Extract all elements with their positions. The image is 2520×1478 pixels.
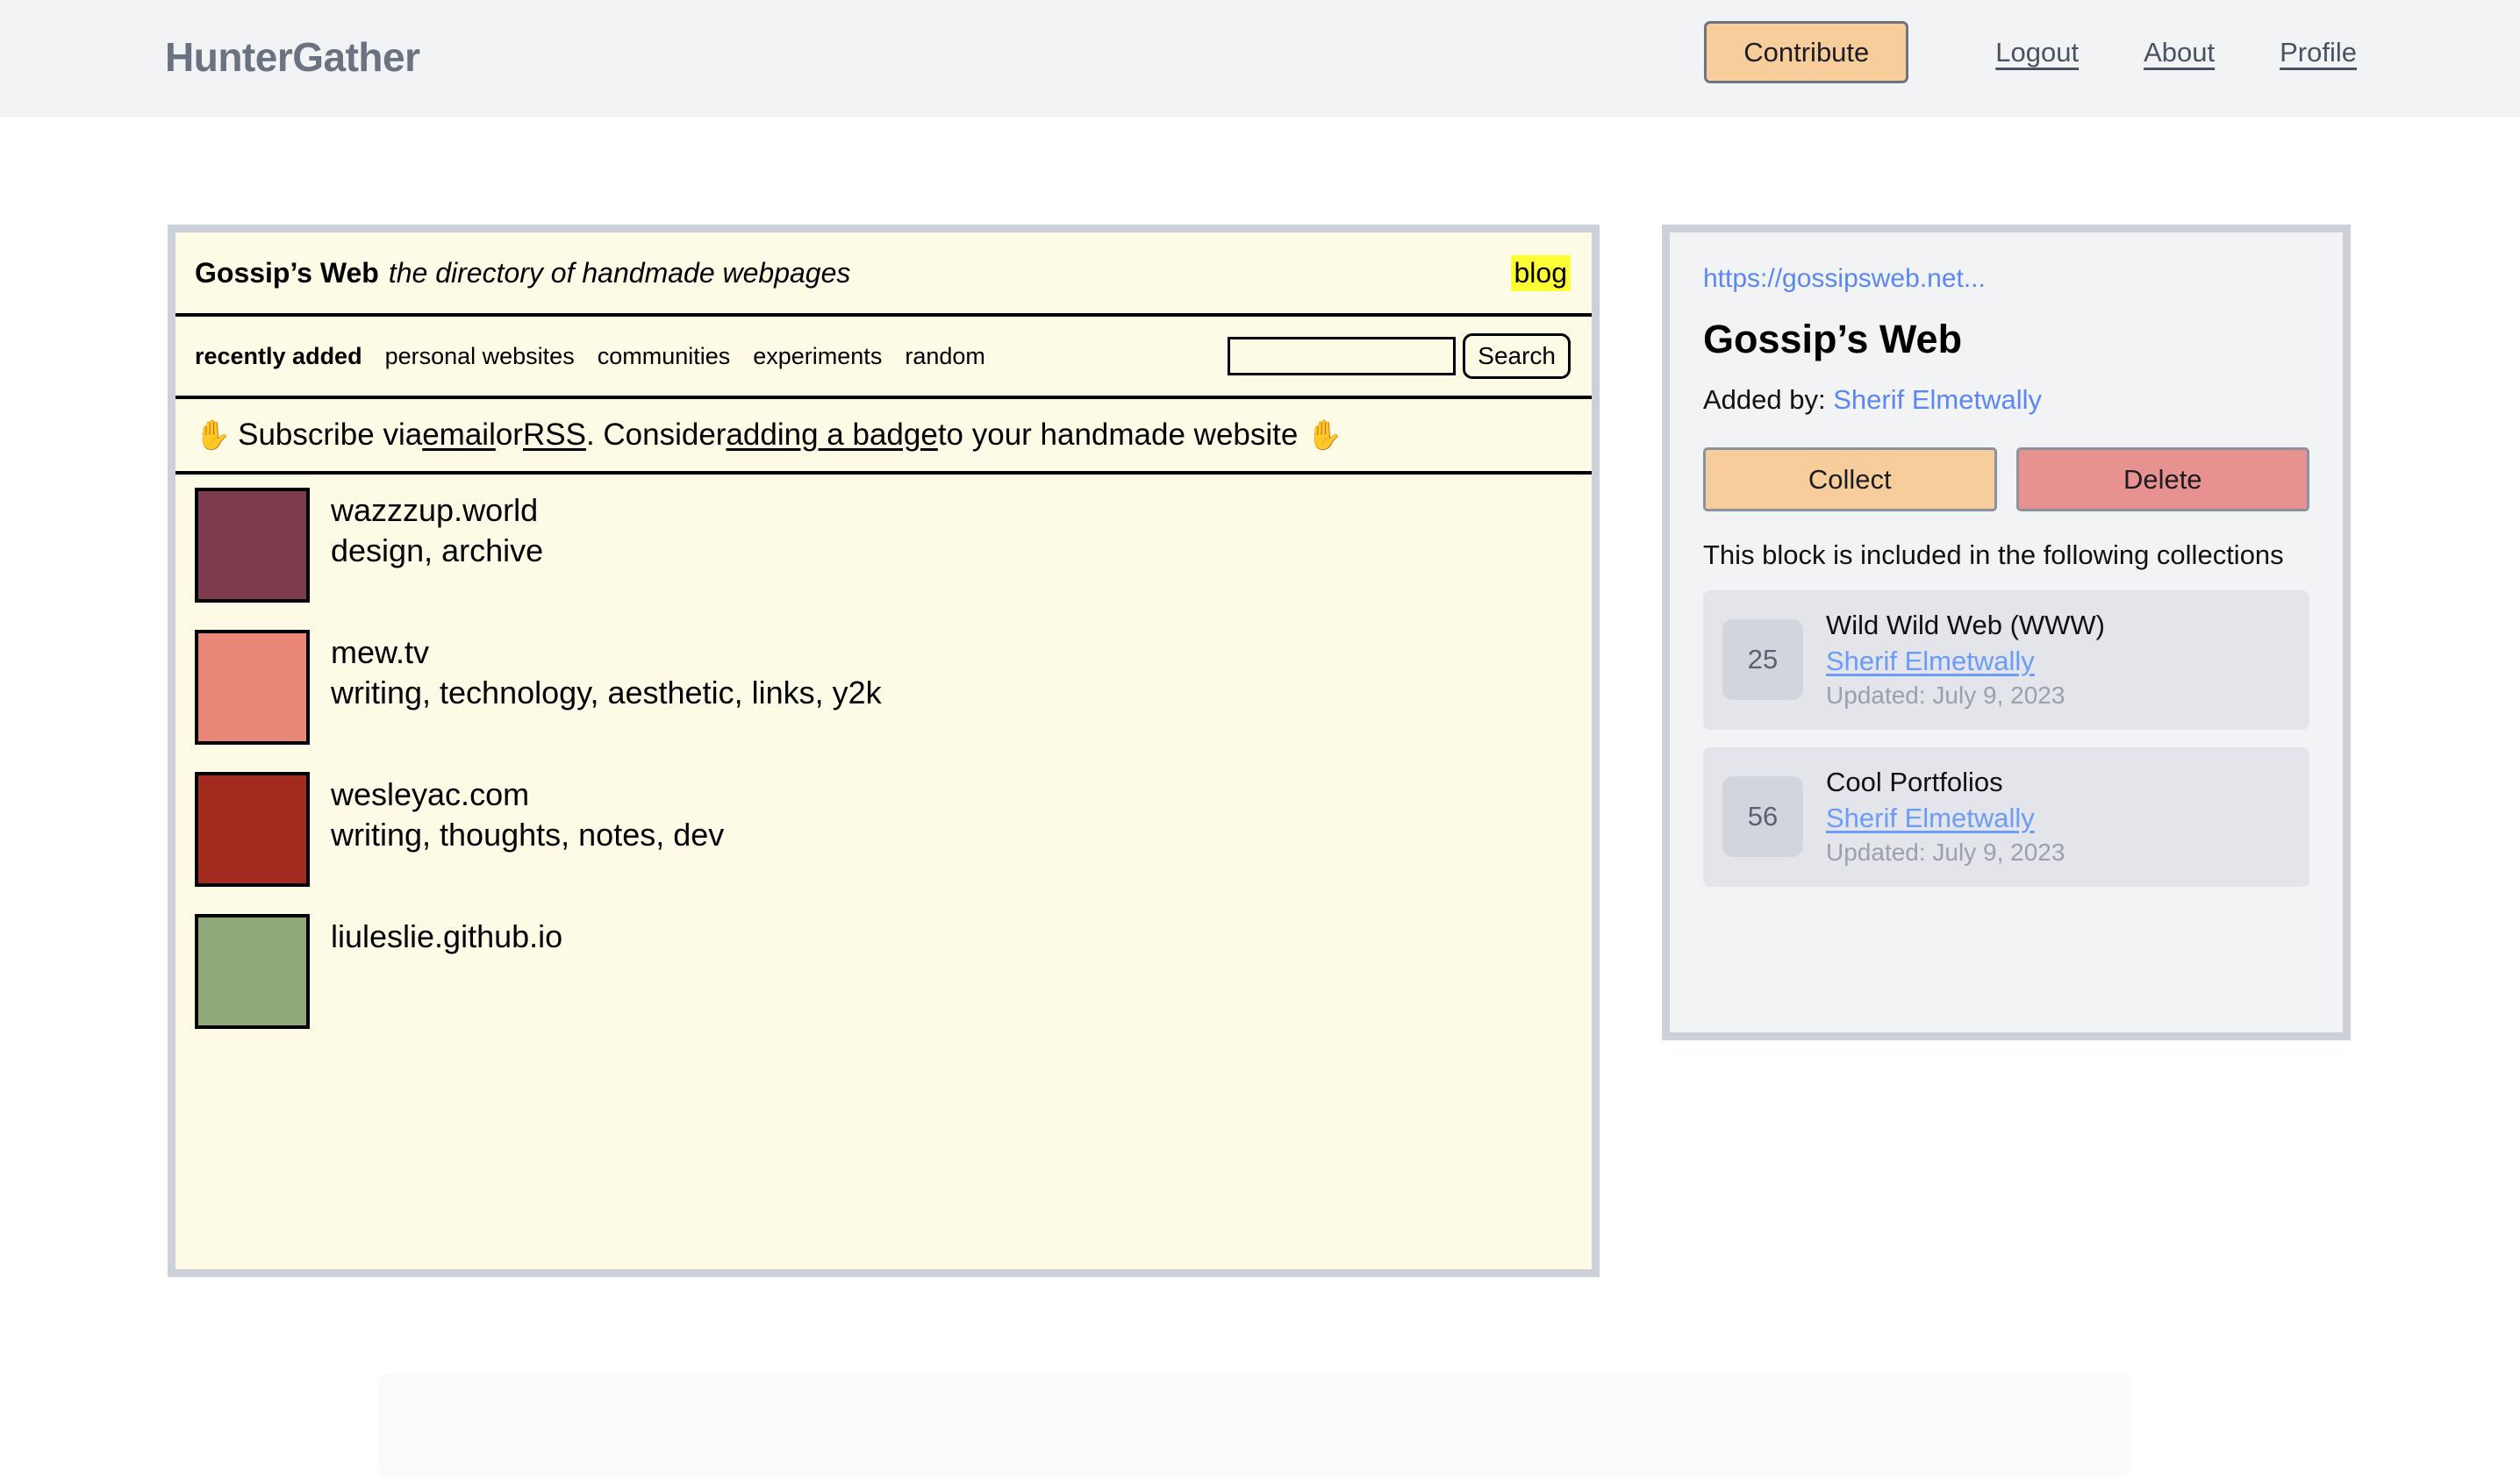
nav-item-recently-added[interactable]: recently added bbox=[195, 343, 362, 370]
site-thumbnail bbox=[195, 772, 310, 887]
list-item-text: wazzzup.world design, archive bbox=[331, 488, 543, 571]
site-listing-list: wazzzup.world design, archive mew.tv wri… bbox=[175, 475, 1592, 1043]
site-tags: writing, thoughts, notes, dev bbox=[331, 817, 725, 853]
list-item[interactable]: mew.tv writing, technology, aesthetic, l… bbox=[175, 617, 1592, 759]
block-detail-panel: https://gossipsweb.net... Gossip’s Web A… bbox=[1662, 225, 2351, 1040]
blog-link[interactable]: blog bbox=[1510, 254, 1571, 291]
block-url-link[interactable]: https://gossipsweb.net... bbox=[1703, 264, 2309, 294]
site-name[interactable]: mew.tv bbox=[331, 632, 882, 673]
gossipsweb-header: Gossip’s Web the directory of handmade w… bbox=[175, 232, 1592, 317]
site-tags: writing, technology, aesthetic, links, y… bbox=[331, 675, 882, 711]
site-name[interactable]: wesleyac.com bbox=[331, 775, 724, 815]
collections-heading: This block is included in the following … bbox=[1703, 539, 2284, 570]
gossipsweb-tagline: the directory of handmade webpages bbox=[388, 256, 851, 289]
page-bottom-shadow bbox=[377, 1373, 2132, 1478]
collection-title: Cool Portfolios bbox=[1826, 766, 2003, 797]
app-nav: Contribute Logout About Profile bbox=[1704, 21, 2357, 83]
contribute-button[interactable]: Contribute bbox=[1704, 21, 1909, 83]
collection-card[interactable]: 25 Wild Wild Web (WWW) Sherif Elmetwally… bbox=[1703, 590, 2309, 730]
gossipsweb-nav-links: recently added personal websites communi… bbox=[195, 343, 1008, 370]
collection-updated: Updated: July 9, 2023 bbox=[1826, 681, 2065, 709]
collection-updated: Updated: July 9, 2023 bbox=[1826, 838, 2065, 866]
collection-info: Cool Portfolios Sherif Elmetwally Update… bbox=[1826, 765, 2065, 869]
site-name[interactable]: liuleslie.github.io bbox=[331, 917, 562, 957]
site-thumbnail bbox=[195, 914, 310, 1029]
list-item[interactable]: wesleyac.com writing, thoughts, notes, d… bbox=[175, 759, 1592, 901]
delete-button[interactable]: Delete bbox=[2015, 447, 2309, 511]
app-logo[interactable]: HunterGather bbox=[165, 33, 420, 81]
rss-link[interactable]: RSS bbox=[523, 418, 586, 453]
subscribe-text-4: to your handmade website bbox=[937, 418, 1299, 452]
added-by-label: Added by: bbox=[1703, 384, 1826, 415]
nav-item-communities[interactable]: communities bbox=[598, 343, 731, 370]
collection-count-badge: 56 bbox=[1722, 776, 1803, 858]
collection-info: Wild Wild Web (WWW) Sherif Elmetwally Up… bbox=[1826, 608, 2105, 712]
raised-hand-right-icon: ✋ bbox=[1307, 418, 1343, 451]
nav-link-about[interactable]: About bbox=[2144, 37, 2215, 68]
site-thumbnail bbox=[195, 630, 310, 745]
collection-author-link[interactable]: Sherif Elmetwally bbox=[1826, 801, 2065, 837]
list-item[interactable]: wazzzup.world design, archive bbox=[175, 475, 1592, 617]
nav-link-logout[interactable]: Logout bbox=[1995, 37, 2079, 68]
gossipsweb-branding: Gossip’s Web the directory of handmade w… bbox=[195, 257, 850, 289]
site-thumbnail bbox=[195, 488, 310, 603]
list-item-text: wesleyac.com writing, thoughts, notes, d… bbox=[331, 772, 724, 855]
adding-a-badge-link[interactable]: adding a badge bbox=[726, 418, 937, 453]
email-link[interactable]: email bbox=[422, 418, 496, 453]
raised-hand-left-icon: ✋ bbox=[195, 418, 232, 451]
subscribe-banner: ✋ Subscribe via email or RSS . Consider … bbox=[175, 399, 1592, 475]
collect-button[interactable]: Collect bbox=[1703, 447, 1997, 511]
collection-title: Wild Wild Web (WWW) bbox=[1826, 610, 2105, 640]
embedded-site-preview[interactable]: Gossip’s Web the directory of handmade w… bbox=[168, 225, 1600, 1277]
gossipsweb-title: Gossip’s Web bbox=[195, 256, 379, 289]
added-by-author-link[interactable]: Sherif Elmetwally bbox=[1833, 384, 2042, 415]
embedded-site-content: Gossip’s Web the directory of handmade w… bbox=[175, 232, 1592, 1269]
gossipsweb-search: Search bbox=[1228, 333, 1571, 379]
nav-item-personal-websites[interactable]: personal websites bbox=[385, 343, 575, 370]
top-app-bar: HunterGather Contribute Logout About Pro… bbox=[0, 0, 2520, 117]
block-actions: Collect Delete bbox=[1703, 447, 2309, 511]
search-button[interactable]: Search bbox=[1463, 333, 1571, 379]
nav-link-profile[interactable]: Profile bbox=[2280, 37, 2357, 68]
block-detail-content: https://gossipsweb.net... Gossip’s Web A… bbox=[1670, 232, 2343, 1032]
gossipsweb-nav: recently added personal websites communi… bbox=[175, 317, 1592, 399]
site-name[interactable]: wazzzup.world bbox=[331, 490, 543, 531]
block-added-by: Added by: Sherif Elmetwally bbox=[1703, 384, 2309, 416]
collection-card[interactable]: 56 Cool Portfolios Sherif Elmetwally Upd… bbox=[1703, 746, 2309, 887]
list-item-text: liuleslie.github.io bbox=[331, 914, 562, 957]
search-input[interactable] bbox=[1228, 337, 1457, 375]
subscribe-text-1: Subscribe via bbox=[238, 418, 423, 452]
nav-item-experiments[interactable]: experiments bbox=[753, 343, 882, 370]
collection-count-badge: 25 bbox=[1722, 619, 1803, 701]
subscribe-text-2: or bbox=[495, 418, 523, 452]
block-title: Gossip’s Web bbox=[1703, 317, 1963, 361]
collection-author-link[interactable]: Sherif Elmetwally bbox=[1826, 644, 2105, 680]
list-item[interactable]: liuleslie.github.io bbox=[175, 901, 1592, 1043]
list-item-text: mew.tv writing, technology, aesthetic, l… bbox=[331, 630, 882, 713]
nav-item-random[interactable]: random bbox=[905, 343, 985, 370]
site-tags: design, archive bbox=[331, 532, 544, 569]
subscribe-text-3: . Consider bbox=[585, 418, 727, 452]
